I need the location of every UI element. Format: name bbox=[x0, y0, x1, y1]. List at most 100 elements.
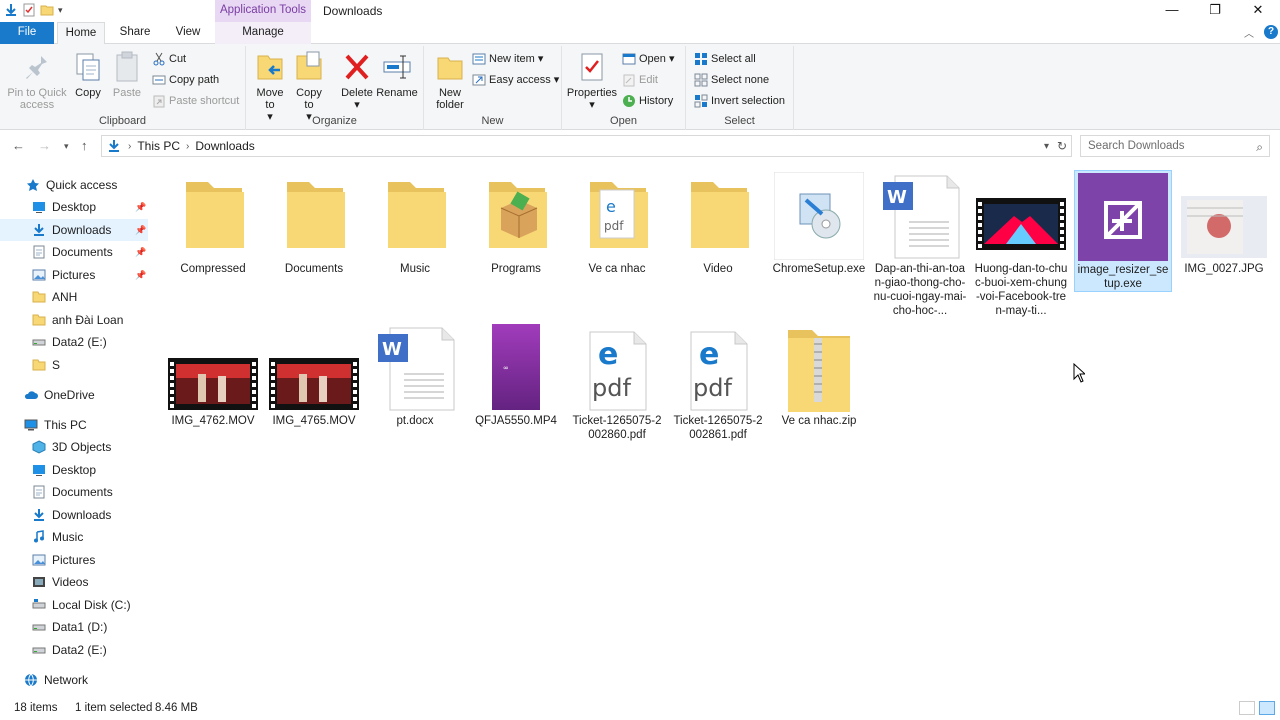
invert-selection-button[interactable]: Invert selection bbox=[694, 92, 785, 110]
file-item[interactable]: W Dap-an-thi-an-toan-giao-thong-cho-nu-cu… bbox=[871, 170, 969, 318]
easy-access-button[interactable]: Easy access ▾ bbox=[472, 71, 559, 89]
qat-dropdown-icon[interactable]: ▾ bbox=[58, 5, 63, 16]
select-all-button[interactable]: Select all bbox=[694, 50, 756, 68]
file-item[interactable]: e pdf Ticket-1265075-2002861.pdf bbox=[669, 322, 767, 442]
select-group-label: Select bbox=[724, 115, 755, 127]
nav-item-pc-2[interactable]: Documents bbox=[0, 481, 148, 503]
recent-locations-icon[interactable]: ▾ bbox=[64, 141, 69, 152]
tab-home[interactable]: Home bbox=[57, 22, 105, 45]
file-name: Dap-an-thi-an-toan-giao-thong-cho-nu-cuo… bbox=[873, 263, 967, 317]
file-item[interactable]: IMG_4762.MOV bbox=[164, 322, 262, 428]
back-arrow-icon[interactable]: ← bbox=[12, 138, 25, 153]
file-item[interactable]: Video bbox=[669, 170, 767, 276]
nav-this-pc[interactable]: This PC bbox=[0, 414, 148, 436]
nav-item-pc-7[interactable]: Local Disk (C:) bbox=[0, 594, 148, 616]
pin-icon[interactable]: 📌 bbox=[135, 219, 146, 241]
select-none-button[interactable]: Select none bbox=[694, 71, 769, 89]
help-icon[interactable]: ? bbox=[1264, 25, 1278, 39]
file-item[interactable]: IMG_4765.MOV bbox=[265, 322, 363, 428]
file-item[interactable]: IMG_0027.JPG bbox=[1175, 170, 1273, 276]
file-item[interactable]: e pdf Ticket-1265075-2002860.pdf bbox=[568, 322, 666, 442]
delete-button[interactable]: Delete ▾ bbox=[338, 50, 376, 111]
file-item[interactable]: image_resizer_setup.exe bbox=[1074, 170, 1172, 292]
new-item-button[interactable]: New item ▾ bbox=[472, 50, 543, 68]
file-item[interactable]: Programs bbox=[467, 170, 565, 276]
history-button[interactable]: History bbox=[622, 92, 673, 110]
file-item[interactable]: e pdf Ve ca nhac bbox=[568, 170, 666, 276]
nav-item-pc-8[interactable]: Data1 (D:) bbox=[0, 616, 148, 638]
nav-onedrive[interactable]: OneDrive bbox=[0, 384, 148, 406]
file-item[interactable]: Music bbox=[366, 170, 464, 276]
open-button[interactable]: Open ▾ bbox=[622, 50, 675, 68]
collapse-ribbon-icon[interactable]: ︿ bbox=[1244, 25, 1254, 40]
edit-button[interactable]: Edit bbox=[622, 71, 658, 89]
refresh-icon[interactable]: ↻ bbox=[1057, 139, 1067, 153]
video-thumbnail-icon bbox=[168, 358, 258, 410]
nav-item-pc-9[interactable]: Data2 (E:) bbox=[0, 639, 148, 661]
file-item[interactable]: Huong-dan-to-chuc-buoi-xem-chung-voi-Fac… bbox=[972, 170, 1070, 318]
pin-icon[interactable]: 📌 bbox=[135, 241, 146, 263]
properties-check-icon[interactable] bbox=[22, 3, 36, 17]
restore-button[interactable]: ❐ bbox=[1193, 0, 1237, 22]
forward-arrow-icon[interactable]: → bbox=[38, 138, 51, 153]
pin-icon[interactable]: 📌 bbox=[135, 264, 146, 286]
paste-shortcut-button[interactable]: Paste shortcut bbox=[152, 92, 239, 110]
nav-item-pc-5[interactable]: Pictures bbox=[0, 549, 148, 571]
windows-drive-icon bbox=[32, 598, 46, 608]
file-item[interactable]: ∞ QFJA5550.MP4 bbox=[467, 322, 565, 428]
nav-quick-access[interactable]: Quick access bbox=[0, 174, 148, 196]
copy-path-button[interactable]: Copy path bbox=[152, 71, 219, 89]
file-item[interactable]: Compressed bbox=[164, 170, 262, 276]
breadcrumb-downloads[interactable]: Downloads bbox=[195, 139, 254, 153]
search-input[interactable]: Search Downloads ⌕ bbox=[1080, 135, 1270, 157]
rename-button[interactable]: Rename bbox=[376, 50, 418, 99]
nav-item-pc-4[interactable]: Music bbox=[0, 526, 148, 548]
nav-item-qa-1[interactable]: Downloads 📌 bbox=[0, 218, 148, 241]
file-item[interactable]: ChromeSetup.exe bbox=[770, 170, 868, 276]
nav-item-qa-4[interactable]: ANH bbox=[0, 286, 148, 308]
new-folder-icon[interactable] bbox=[40, 3, 54, 17]
nav-item-pc-1[interactable]: Desktop bbox=[0, 459, 148, 481]
nav-item-pc-6[interactable]: Videos bbox=[0, 571, 148, 593]
copy-button[interactable]: Copy bbox=[72, 50, 104, 99]
nav-item-qa-3[interactable]: Pictures 📌 bbox=[0, 264, 148, 286]
copy-to-button[interactable]: Copy to ▾ bbox=[292, 50, 326, 123]
pin-quick-access-button[interactable]: Pin to Quick access bbox=[4, 50, 70, 111]
cut-button[interactable]: Cut bbox=[152, 50, 186, 68]
tab-file[interactable]: File bbox=[0, 22, 54, 44]
paste-button[interactable]: Paste bbox=[110, 50, 144, 99]
nav-item-qa-6[interactable]: Data2 (E:) bbox=[0, 331, 148, 353]
close-button[interactable]: ✕ bbox=[1236, 0, 1280, 22]
minimize-button[interactable]: — bbox=[1150, 0, 1194, 22]
address-dropdown-icon[interactable]: ▾ bbox=[1044, 141, 1049, 152]
new-folder-button[interactable]: New folder bbox=[430, 50, 470, 111]
properties-button[interactable]: Properties ▾ bbox=[566, 50, 618, 111]
file-name: Documents bbox=[284, 263, 344, 275]
nav-item-qa-5[interactable]: anh Đài Loan bbox=[0, 309, 148, 331]
move-to-button[interactable]: Move to ▾ bbox=[252, 50, 288, 123]
file-name: Programs bbox=[491, 263, 541, 275]
download-arrow-icon[interactable] bbox=[4, 3, 18, 17]
large-icons-view-button[interactable] bbox=[1259, 701, 1275, 715]
tab-view[interactable]: View bbox=[166, 22, 210, 44]
folder-icon bbox=[691, 182, 749, 248]
up-arrow-icon[interactable]: ↑ bbox=[81, 138, 88, 153]
tab-share[interactable]: Share bbox=[112, 22, 158, 44]
nav-item-pc-0[interactable]: 3D Objects bbox=[0, 436, 148, 458]
file-item[interactable]: Documents bbox=[265, 170, 363, 276]
nav-network[interactable]: Network bbox=[0, 669, 148, 691]
tab-manage[interactable]: Manage bbox=[215, 22, 311, 44]
nav-item-qa-2[interactable]: Documents 📌 bbox=[0, 241, 148, 263]
breadcrumb-separator-icon[interactable]: › bbox=[186, 141, 189, 152]
svg-text:pdf: pdf bbox=[693, 374, 732, 402]
pin-icon[interactable]: 📌 bbox=[135, 196, 146, 218]
breadcrumb-separator-icon[interactable]: › bbox=[128, 141, 131, 152]
details-view-button[interactable] bbox=[1239, 701, 1255, 715]
nav-item-qa-7[interactable]: S bbox=[0, 354, 148, 376]
file-item[interactable]: Wpt.docx bbox=[366, 322, 464, 428]
address-bar[interactable]: › This PC › Downloads ▾ ↻ bbox=[101, 135, 1072, 157]
nav-item-qa-0[interactable]: Desktop 📌 bbox=[0, 196, 148, 218]
breadcrumb-this-pc[interactable]: This PC bbox=[137, 139, 180, 153]
file-item[interactable]: Ve ca nhac.zip bbox=[770, 322, 868, 428]
nav-item-pc-3[interactable]: Downloads bbox=[0, 504, 148, 526]
